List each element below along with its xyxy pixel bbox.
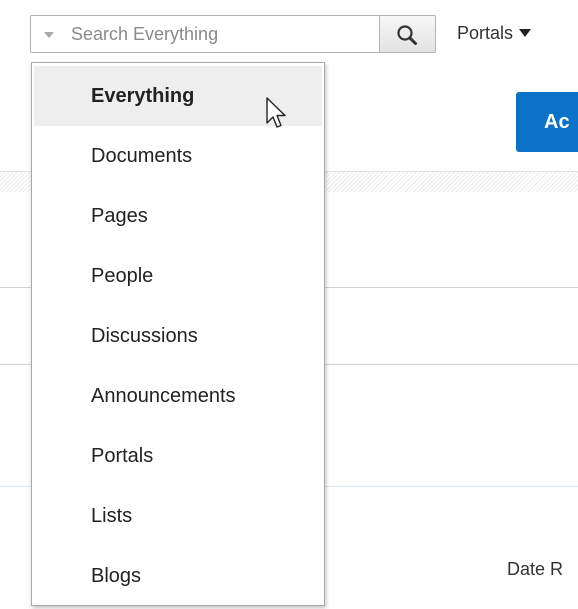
action-button[interactable]: Ac [516, 92, 578, 152]
portals-menu[interactable]: Portals [457, 23, 532, 44]
scope-item-people[interactable]: People [34, 246, 322, 306]
scope-toggle-caret-down-icon[interactable] [44, 32, 54, 38]
scope-item-discussions[interactable]: Discussions [34, 306, 322, 366]
scope-item-portals[interactable]: Portals [34, 426, 322, 486]
mouse-pointer-icon [266, 97, 286, 128]
date-range-label: Date R [507, 559, 564, 579]
search-input[interactable] [71, 20, 371, 48]
search-icon [397, 25, 417, 45]
search-button[interactable] [380, 15, 436, 53]
scope-item-blogs[interactable]: Blogs [34, 546, 322, 606]
scope-item-announcements[interactable]: Announcements [34, 366, 322, 426]
caret-down-icon [519, 29, 532, 37]
action-button-label: Ac [544, 111, 570, 133]
scope-item-pages[interactable]: Pages [34, 186, 322, 246]
scope-item-documents[interactable]: Documents [34, 126, 322, 186]
search-box[interactable] [30, 15, 380, 53]
scope-item-lists[interactable]: Lists [34, 486, 322, 546]
portals-menu-label: Portals [457, 23, 514, 43]
search-scope-menu: Everything Documents Pages People Discus… [31, 62, 325, 606]
